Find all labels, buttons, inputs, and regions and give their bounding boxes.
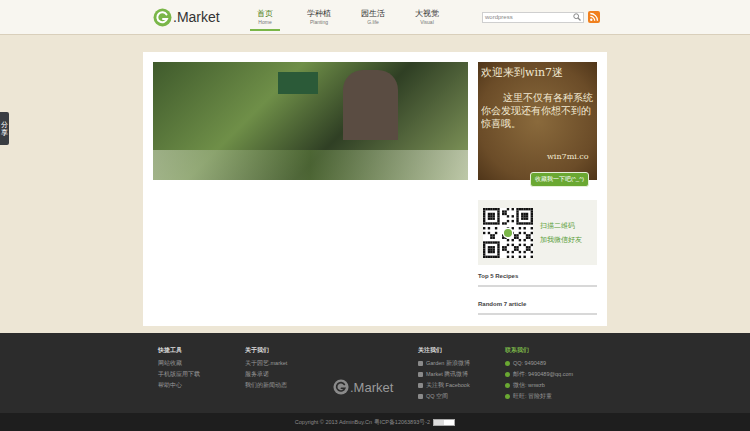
wechat-qr: 扫描二维码加我微信好友 [478,200,597,265]
footer-column: 关于我们 关于园艺.market服务承诺我们的新闻动态 [245,346,333,402]
banner-line: 你会发现还有你想不到的 [481,104,594,117]
footer-link[interactable]: Market 腾讯微博 [418,369,505,380]
social-icon [418,394,423,399]
header: .Market 首页 Home 学种植 Planting 园生活 G.life 大视觉… [0,0,750,35]
banner-line: 惊喜哦。 [481,117,594,130]
footer-link[interactable]: QQ 空间 [418,391,505,402]
nav-item[interactable]: 首页 Home [250,3,280,31]
footer-link[interactable]: 关于园艺.market [245,358,333,369]
footer-link[interactable]: 我们的新闻动态 [245,380,333,391]
footer-column: 关注我们 Garden 新浪微博Market 腾讯微博关注我 FacebookQ… [418,346,505,402]
nav-item[interactable]: 大视觉 Visual [412,3,442,31]
footer-column: 联系我们 QQ: 9490489邮件: 9490489@qq.com微信: wn… [505,346,605,402]
footer-link[interactable]: 网站收藏 [158,358,245,369]
footer-link[interactable]: 帮助中心 [158,380,245,391]
footer-link[interactable]: Garden 新浪微博 [418,358,505,369]
qr-caption: 加我微信好友 [540,233,582,247]
bookmark-button[interactable]: 收藏我一下吧(^_^) [530,172,589,187]
leaf-g-logo-icon [153,8,172,27]
contact-icon [505,372,510,377]
social-icon [418,383,423,388]
nav-item[interactable]: 学种植 Planting [304,3,334,31]
widget-title: Random 7 article [478,299,597,315]
share-tab[interactable]: 分享 [0,112,9,145]
magnifier-icon[interactable] [573,13,581,21]
content-box: 欢迎来到win7迷 这里不仅有各种系统你会发现还有你想不到的惊喜哦。 win7m… [143,52,607,326]
contact-icon [505,361,510,366]
contact-item: 邮件: 9490489@qq.com [505,369,605,380]
search-field[interactable]: wordpress [482,12,584,23]
footer-link[interactable]: 手机版应用下载 [158,369,245,380]
leaf-g-logo-icon [333,379,349,395]
footer-logo[interactable]: .Market [333,346,418,395]
sidebar: 欢迎来到win7迷 这里不仅有各种系统你会发现还有你想不到的惊喜哦。 win7m… [478,62,597,316]
contact-icon [505,383,510,388]
contact-item: 微信: wnwzb [505,380,605,391]
contact-item: QQ: 9490489 [505,358,605,369]
social-icon [418,372,423,377]
qr-caption: 扫描二维码 [540,219,582,233]
footer-link[interactable]: 关注我 Facebook [418,380,505,391]
banner-line: 这里不仅有各种系统 [481,91,594,104]
logo[interactable]: .Market [153,8,250,27]
footer: 快捷工具 网站收藏手机版应用下载帮助中心关于我们 关于园艺.market服务承诺… [0,333,750,413]
qr-code-icon [483,208,533,258]
footer-column: 快捷工具 网站收藏手机版应用下载帮助中心 [158,346,245,402]
contact-icon [505,394,510,399]
welcome-banner[interactable]: 欢迎来到win7迷 这里不仅有各种系统你会发现还有你想不到的惊喜哦。 win7m… [478,62,597,180]
widget-title: Top 5 Recipes [478,271,597,287]
contact-item: 旺旺: 冒险好童 [505,391,605,402]
nav-item[interactable]: 园生活 G.life [358,3,388,31]
hero-photo[interactable] [153,62,468,180]
stats-badge-icon[interactable] [433,419,455,426]
footer-link[interactable]: 服务承诺 [245,369,333,380]
page: 分享 .Market 首页 Home 学种植 Planting 园生活 G.life… [0,0,750,431]
main-nav: 首页 Home 学种植 Planting 园生活 G.life 大视觉 Visual [250,3,442,31]
copyright-bar: Copyright © 2013 AdminBuy.Cn 粤ICP备120638… [0,413,750,431]
social-icon [418,361,423,366]
rss-icon[interactable] [588,11,600,23]
